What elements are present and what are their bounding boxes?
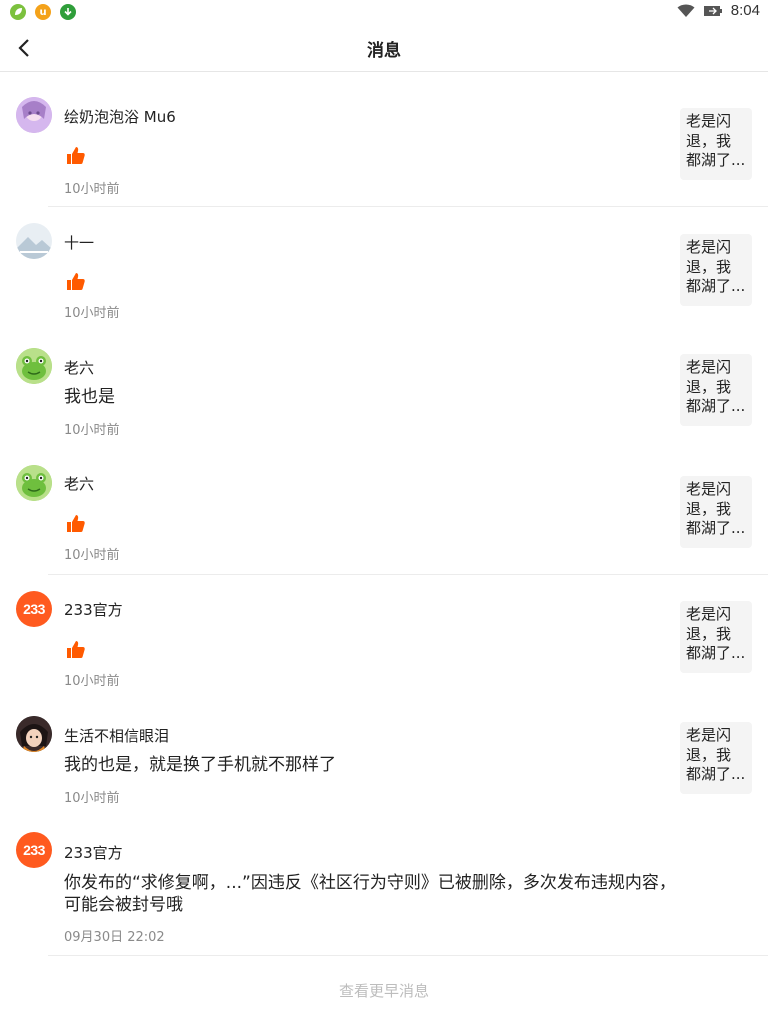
status-bar: u 8:04	[0, 0, 768, 24]
username[interactable]: 233官方	[64, 842, 123, 863]
comment-text: 我的也是，就是换了手机就不那样了	[64, 755, 336, 775]
divider	[48, 206, 768, 207]
timestamp: 10小时前	[64, 791, 120, 806]
timestamp: 10小时前	[64, 423, 120, 438]
notification-icons: u	[10, 4, 76, 20]
logo-text: 233	[23, 601, 45, 617]
username[interactable]: 233官方	[64, 599, 123, 620]
leaf-app-icon	[10, 4, 26, 20]
username[interactable]: 老六	[64, 357, 94, 378]
notice-text: 你发布的“求修复啊，...”因违反《社区行为守则》已被删除，多次发布违规内容， …	[64, 873, 676, 915]
page-title: 消息	[367, 41, 401, 61]
divider	[48, 955, 768, 956]
comment-text: 我也是	[64, 387, 115, 407]
avatar[interactable]	[16, 465, 52, 501]
download-icon	[60, 4, 76, 20]
timestamp: 10小时前	[64, 674, 120, 689]
post-thumbnail[interactable]: 老是闪 退，我 都湖了...	[680, 601, 752, 673]
avatar[interactable]	[16, 97, 52, 133]
u-app-icon: u	[35, 4, 51, 20]
post-thumbnail[interactable]: 老是闪 退，我 都湖了...	[680, 354, 752, 426]
username[interactable]: 十一	[64, 232, 94, 253]
timestamp: 10小时前	[64, 548, 120, 563]
avatar[interactable]	[16, 223, 52, 259]
avatar[interactable]: 233	[16, 591, 52, 627]
load-earlier-messages-link[interactable]: 查看更早消息	[0, 980, 768, 1001]
like-icon	[67, 147, 85, 164]
username[interactable]: 绘奶泡泡浴 Mu6	[64, 106, 176, 127]
post-thumbnail[interactable]: 老是闪 退，我 都湖了...	[680, 108, 752, 180]
like-icon	[67, 515, 85, 532]
divider	[48, 574, 768, 575]
avatar[interactable]	[16, 348, 52, 384]
timestamp: 10小时前	[64, 306, 120, 321]
app-bar: 消息	[0, 24, 768, 72]
timestamp: 10小时前	[64, 182, 120, 197]
wifi-icon	[677, 4, 695, 17]
clock: 8:04	[730, 2, 760, 19]
avatar[interactable]: 233	[16, 832, 52, 868]
username[interactable]: 生活不相信眼泪	[64, 725, 169, 746]
like-icon	[67, 641, 85, 658]
avatar[interactable]	[16, 716, 52, 752]
battery-icon	[703, 5, 722, 16]
like-icon	[67, 273, 85, 290]
post-thumbnail[interactable]: 老是闪 退，我 都湖了...	[680, 234, 752, 306]
post-thumbnail[interactable]: 老是闪 退，我 都湖了...	[680, 476, 752, 548]
username[interactable]: 老六	[64, 473, 94, 494]
timestamp: 09月30日 22:02	[64, 930, 165, 945]
post-thumbnail[interactable]: 老是闪 退，我 都湖了...	[680, 722, 752, 794]
logo-text: 233	[23, 842, 45, 858]
